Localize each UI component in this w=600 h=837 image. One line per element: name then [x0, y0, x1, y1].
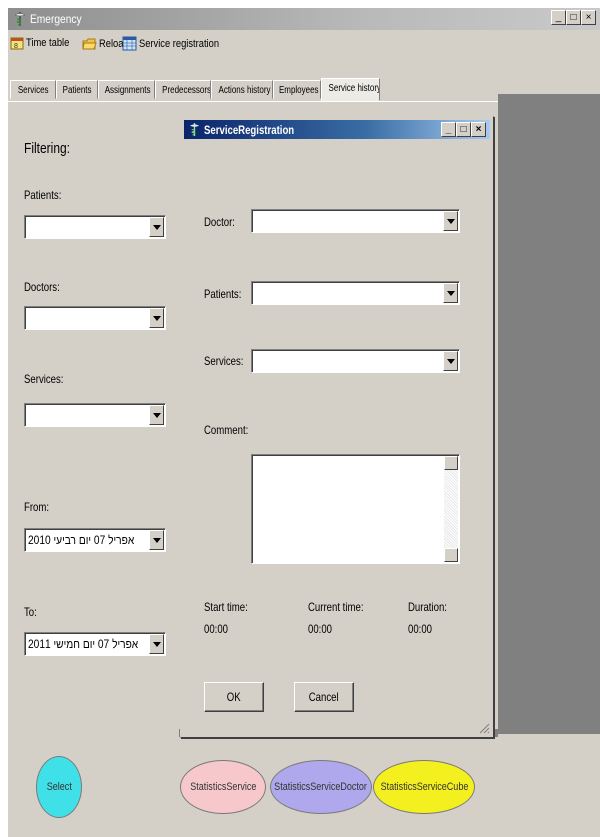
- toolbar: 8 Time table Reload Service registration: [8, 32, 600, 56]
- services-filter-label: Services:: [24, 372, 64, 386]
- start-time-label: Start time:: [204, 600, 248, 614]
- patients-filter-label: Patients:: [24, 188, 62, 202]
- caduceus-icon: [189, 123, 200, 136]
- duration-label: Duration:: [408, 600, 447, 614]
- title-bar[interactable]: Emergency _ □ ×: [8, 8, 600, 30]
- service-registration-dialog: ServiceRegistration _ □ × Doctor: Patien…: [180, 116, 494, 738]
- chevron-down-icon[interactable]: [443, 283, 458, 303]
- main-window: Emergency _ □ × 8 Time table Reload Serv…: [8, 8, 600, 837]
- dialog-maximize-button[interactable]: □: [456, 122, 471, 137]
- dialog-services-label: Services:: [204, 354, 244, 368]
- toolbar-time-table[interactable]: 8 Time table: [10, 36, 77, 50]
- doctors-filter-select[interactable]: [24, 306, 166, 330]
- window-title: Emergency: [30, 12, 82, 26]
- statistics-service-doctor-button[interactable]: StatisticsServiceDoctor: [270, 760, 372, 814]
- close-button[interactable]: ×: [581, 10, 596, 25]
- svg-text:8: 8: [14, 43, 18, 50]
- chevron-down-icon[interactable]: [149, 634, 164, 654]
- to-date-label: To:: [24, 605, 37, 619]
- current-time-value: 00:00: [308, 622, 333, 636]
- chevron-down-icon[interactable]: [443, 351, 458, 371]
- ok-button[interactable]: OK: [204, 682, 264, 712]
- cancel-button[interactable]: Cancel: [294, 682, 354, 712]
- from-date-label: From:: [24, 500, 50, 514]
- caduceus-icon: [14, 12, 26, 26]
- grid-icon: [122, 36, 137, 51]
- grid-background: [498, 94, 600, 734]
- tab-predecessors[interactable]: Predecessors: [155, 80, 211, 99]
- tab-patients[interactable]: Patients: [56, 80, 98, 99]
- minimize-button[interactable]: _: [551, 10, 566, 25]
- calendar-icon: 8: [10, 37, 24, 50]
- comment-scrollbar[interactable]: [444, 456, 458, 562]
- dialog-patients-label: Patients:: [204, 287, 242, 301]
- chevron-down-icon[interactable]: [149, 530, 164, 550]
- dialog-title: ServiceRegistration: [204, 123, 295, 137]
- tab-employees[interactable]: Employees: [273, 80, 321, 99]
- folder-icon: [82, 38, 97, 50]
- tab-actions-history[interactable]: Actions history: [211, 80, 273, 99]
- dialog-services-select[interactable]: [251, 349, 460, 373]
- dialog-title-bar[interactable]: ServiceRegistration _ □ ×: [184, 120, 490, 139]
- dialog-close-button[interactable]: ×: [471, 122, 486, 137]
- tab-assignments[interactable]: Assignments: [98, 80, 155, 99]
- doctor-label: Doctor:: [204, 215, 235, 229]
- chevron-down-icon[interactable]: [149, 405, 164, 425]
- scroll-down-icon[interactable]: [444, 548, 458, 562]
- statistics-service-cube-button[interactable]: StatisticsServiceCube: [373, 760, 475, 814]
- maximize-button[interactable]: □: [566, 10, 581, 25]
- tab-services[interactable]: Services: [10, 80, 56, 99]
- to-date-picker[interactable]: 2011 אפריל 07 יום חמישי: [24, 632, 166, 656]
- patients-filter-select[interactable]: [24, 215, 166, 239]
- start-time-value: 00:00: [204, 622, 229, 636]
- dialog-minimize-button[interactable]: _: [441, 122, 456, 137]
- services-filter-select[interactable]: [24, 403, 166, 427]
- doctors-filter-label: Doctors:: [24, 280, 60, 294]
- doctor-select[interactable]: [251, 209, 460, 233]
- tab-service-history[interactable]: Service history: [321, 78, 380, 101]
- resize-grip-icon[interactable]: [478, 722, 490, 734]
- filtering-heading: Filtering:: [24, 140, 71, 157]
- select-button[interactable]: Select: [36, 756, 82, 818]
- current-time-label: Current time:: [308, 600, 364, 614]
- statistics-service-button[interactable]: StatisticsService: [180, 760, 266, 814]
- toolbar-service-registration[interactable]: Service registration: [122, 36, 233, 51]
- from-date-picker[interactable]: 2010 אפריל 07 יום רביעי: [24, 528, 166, 552]
- scroll-up-icon[interactable]: [444, 456, 458, 470]
- dialog-patients-select[interactable]: [251, 281, 460, 305]
- comment-textarea[interactable]: [251, 454, 460, 564]
- chevron-down-icon[interactable]: [443, 211, 458, 231]
- chevron-down-icon[interactable]: [149, 308, 164, 328]
- comment-label: Comment:: [204, 423, 249, 437]
- chevron-down-icon[interactable]: [149, 217, 164, 237]
- duration-value: 00:00: [408, 622, 433, 636]
